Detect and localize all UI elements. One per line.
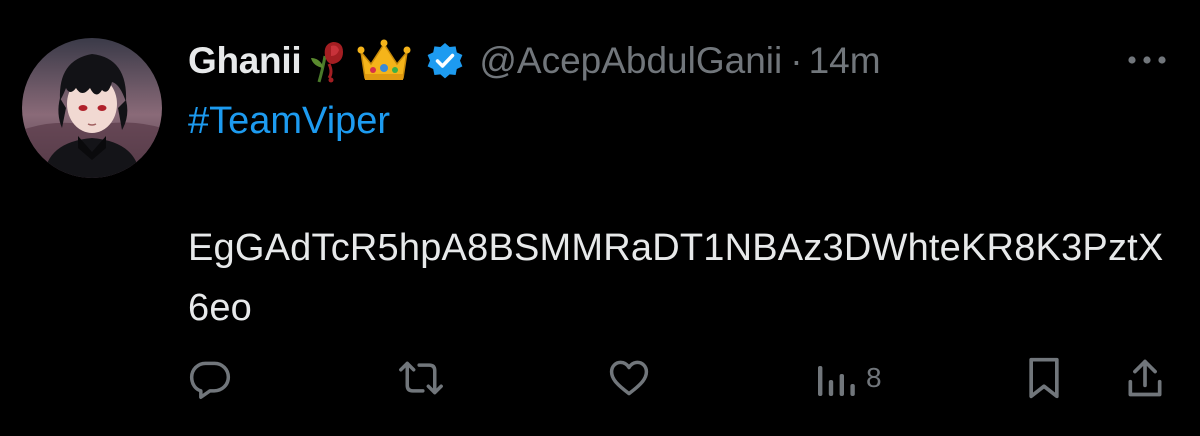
retweet-icon (399, 361, 443, 395)
views-button[interactable]: 8 (816, 354, 882, 402)
like-button[interactable] (607, 354, 651, 402)
display-name[interactable]: Ghanii (188, 40, 302, 82)
action-bar: 8 (0, 354, 1200, 402)
bookmark-button[interactable] (1026, 354, 1062, 402)
separator-dot: · (790, 40, 803, 81)
hashtag-link[interactable]: #TeamViper (188, 96, 390, 146)
wilted-flower-emoji (309, 38, 349, 84)
views-icon (818, 366, 855, 396)
user-handle[interactable]: @AcepAbdulGanii (479, 40, 782, 82)
reply-icon (189, 361, 231, 399)
bookmark-icon (1029, 357, 1059, 399)
tweet-text: EgGAdTcR5hpA8BSMMRaDT1NBAz3DWhteKR8K3Pzt… (188, 227, 1164, 329)
timestamp[interactable]: 14m (809, 40, 881, 82)
verified-badge-icon[interactable] (425, 41, 465, 81)
share-icon (1128, 359, 1162, 397)
tweet-header: Ghanii @AcepAbdulGanii · 14m (188, 36, 881, 86)
views-count: 8 (866, 362, 882, 393)
more-options-icon[interactable] (1124, 50, 1170, 70)
heart-icon (609, 360, 649, 396)
reply-button[interactable] (188, 354, 232, 402)
crown-emoji (357, 38, 411, 84)
retweet-button[interactable] (398, 354, 444, 402)
avatar[interactable] (22, 38, 162, 178)
share-button[interactable] (1125, 354, 1165, 402)
